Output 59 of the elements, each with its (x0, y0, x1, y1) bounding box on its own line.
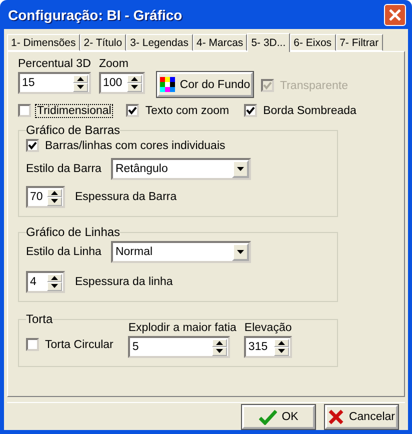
spin-arrows-icon[interactable] (73, 74, 88, 92)
spin-field[interactable]: 100 (99, 72, 145, 94)
spin-field[interactable]: 15 (18, 72, 91, 94)
close-icon (389, 8, 401, 20)
field-label: Percentual 3D (18, 58, 91, 70)
tab[interactable]: 1- Dimensões (7, 34, 80, 51)
spin-arrows-icon[interactable] (212, 338, 228, 356)
caret-icon[interactable] (232, 243, 250, 261)
cancel-button[interactable]: Cancelar (325, 404, 398, 428)
ok-button[interactable]: OK (242, 404, 315, 428)
spin-arrows-icon[interactable] (47, 274, 62, 290)
checkbox-label: Barras/linhas com cores individuais (44, 140, 226, 152)
spin-field[interactable]: 4 (26, 271, 65, 293)
close-button[interactable] (384, 4, 406, 26)
checkbox-label: Texto com zoom (144, 104, 230, 116)
tab[interactable]: 7- Filtrar (336, 34, 383, 51)
tab[interactable]: 6- Eixos (290, 34, 336, 51)
checkbox[interactable]: Borda Sombreada (244, 104, 358, 117)
field-label: Zoom (99, 58, 130, 70)
x-icon (328, 408, 344, 424)
spin-arrows-icon[interactable] (274, 338, 290, 356)
checkbox-label: Transparente (279, 80, 349, 92)
checkbox[interactable]: Texto com zoom (126, 104, 230, 117)
group-title: Gráfico de Barras (26, 123, 120, 137)
dropdown-field[interactable]: Normal (111, 241, 252, 263)
background-color-button[interactable]: Cor do Fundo (157, 72, 253, 97)
dropdown-field[interactable]: Retângulo (111, 158, 252, 180)
field-label: Espessura da linha (75, 276, 173, 288)
field-label: Elevação (244, 322, 292, 334)
field-label: Estilo da Barra (26, 163, 102, 175)
spin-field[interactable]: 70 (26, 186, 65, 208)
caret-icon[interactable] (232, 160, 250, 178)
checkbox-box[interactable] (26, 338, 39, 351)
spin-arrows-icon[interactable] (47, 188, 62, 206)
spin-arrows-icon[interactable] (127, 74, 142, 92)
field-label: Explodir a maior fatia (128, 322, 236, 334)
field-label: Estilo da Linha (26, 246, 102, 258)
checkbox-box[interactable] (26, 139, 39, 152)
checkbox-label: Torta Circular (44, 338, 114, 350)
checkbox-label: Borda Sombreada (262, 104, 358, 116)
checkbox[interactable]: Torta Circular (26, 338, 114, 351)
checkbox[interactable]: Barras/linhas com cores individuais (26, 139, 329, 152)
spin-field[interactable]: 5 (128, 336, 230, 358)
tab[interactable]: 4- Marcas (192, 34, 248, 51)
window-title: Configuração: BI - Gráfico (8, 6, 182, 22)
spin-field[interactable]: 315 (244, 336, 292, 358)
check-icon (258, 408, 277, 424)
color-grid-icon (160, 77, 175, 92)
checkbox[interactable]: Tridimensional (18, 104, 112, 117)
tab[interactable]: 2- Título (80, 34, 126, 51)
group-title: Gráfico de Linhas (26, 225, 120, 239)
tab[interactable]: 5- 3D... (247, 33, 290, 52)
checkbox-label: Tridimensional (36, 104, 112, 116)
group-title: Torta (26, 312, 53, 326)
field-label: Espessura da Barra (75, 191, 177, 203)
checkbox-box[interactable] (18, 104, 31, 117)
tab[interactable]: 3- Legendas (126, 34, 192, 51)
checkbox-box[interactable] (126, 104, 140, 117)
checkbox-box[interactable] (244, 104, 258, 117)
